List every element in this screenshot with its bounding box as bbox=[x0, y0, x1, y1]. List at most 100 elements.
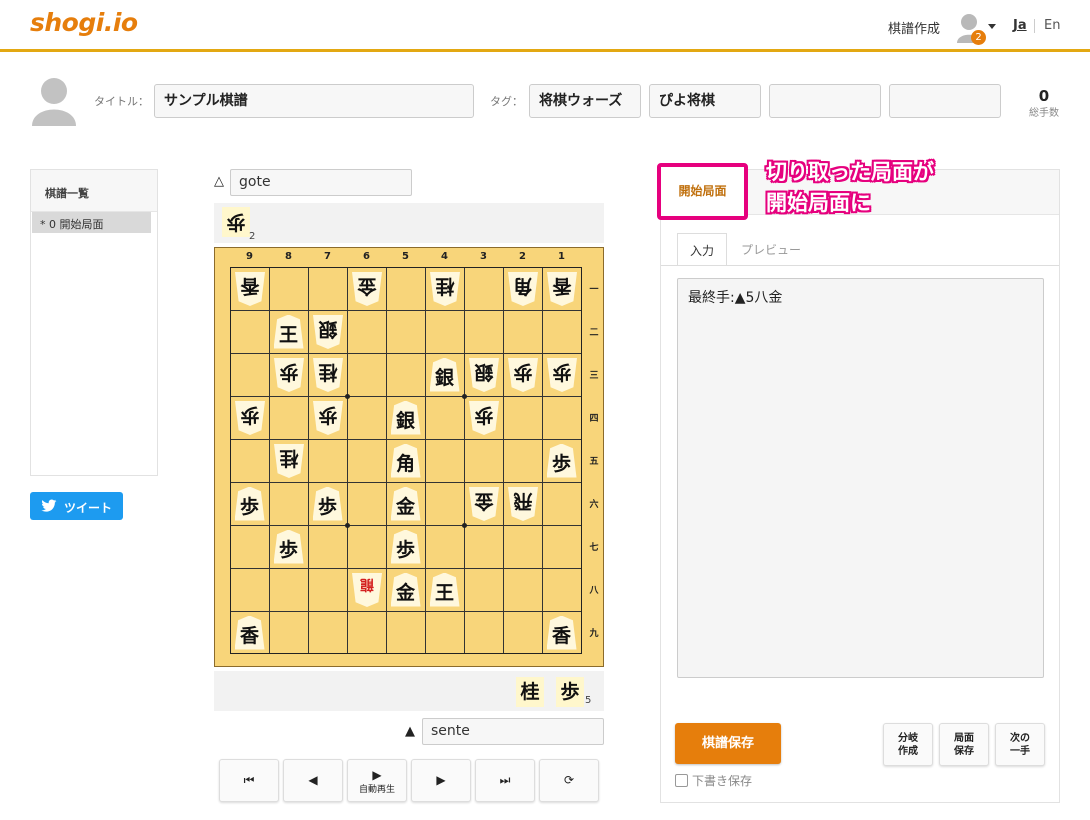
kifu-list-item[interactable]: * 0 開始局面 bbox=[32, 212, 151, 233]
prev-move-button[interactable]: ◀ bbox=[283, 759, 343, 802]
board-piece[interactable]: 銀 bbox=[308, 310, 347, 353]
refresh-icon: ⟳ bbox=[563, 773, 575, 787]
piece-glyph: 飛 bbox=[508, 487, 538, 521]
board-piece[interactable]: 桂 bbox=[425, 267, 464, 310]
board-piece[interactable]: 歩 bbox=[230, 482, 269, 525]
board-piece[interactable]: 角 bbox=[386, 439, 425, 482]
file-label: 2 bbox=[519, 251, 526, 262]
save-position-button[interactable]: 局面 保存 bbox=[939, 723, 989, 766]
sente-hand-piece[interactable]: 桂 bbox=[516, 677, 544, 707]
board-piece[interactable]: 銀 bbox=[464, 353, 503, 396]
piece-glyph: 歩 bbox=[390, 529, 421, 564]
gote-hand: 歩 2 bbox=[214, 203, 604, 243]
board-piece[interactable]: 金 bbox=[347, 267, 386, 310]
file-label: 4 bbox=[441, 251, 448, 262]
board-piece[interactable]: 歩 bbox=[503, 353, 542, 396]
tag-input-3[interactable] bbox=[769, 84, 881, 118]
board-piece[interactable]: 歩 bbox=[230, 396, 269, 439]
piece-glyph: 桂 bbox=[313, 358, 343, 392]
user-menu-caret-icon[interactable] bbox=[988, 24, 996, 29]
title-input[interactable]: サンプル棋譜 bbox=[154, 84, 474, 118]
last-move-button[interactable]: ⏭ bbox=[475, 759, 535, 802]
board-piece[interactable]: 桂 bbox=[308, 353, 347, 396]
tag-input-1[interactable]: 将棋ウォーズ bbox=[529, 84, 641, 118]
flip-board-button[interactable]: ⟳ bbox=[539, 759, 599, 802]
annotation-line: 開始局面に bbox=[766, 191, 871, 215]
lang-ja-link[interactable]: Ja bbox=[1013, 18, 1027, 33]
create-branch-button[interactable]: 分岐 作成 bbox=[883, 723, 933, 766]
board-piece[interactable]: 歩 bbox=[269, 353, 308, 396]
board-piece[interactable]: 歩 bbox=[542, 439, 581, 482]
shogi-board[interactable]: 987654321一二三四五六七八九香金桂角香王銀歩桂銀銀歩歩歩歩銀歩桂角歩歩歩… bbox=[214, 247, 604, 667]
board-piece[interactable]: 歩 bbox=[308, 396, 347, 439]
board-piece[interactable]: 金 bbox=[386, 482, 425, 525]
sente-name-input[interactable]: sente bbox=[422, 718, 604, 745]
board-piece[interactable]: 歩 bbox=[308, 482, 347, 525]
next-icon: ▶ bbox=[436, 773, 446, 787]
tag-input-2[interactable]: ぴよ将棋 bbox=[649, 84, 761, 118]
sente-hand: 桂 歩 5 bbox=[214, 671, 604, 711]
piece-glyph: 角 bbox=[508, 272, 538, 306]
piece-glyph: 桂 bbox=[274, 444, 304, 478]
board-piece[interactable]: 王 bbox=[425, 568, 464, 611]
next-move-suggest-button[interactable]: 次の 一手 bbox=[995, 723, 1045, 766]
board-piece[interactable]: 香 bbox=[542, 611, 581, 654]
sente-hand-piece[interactable]: 歩 bbox=[556, 677, 584, 707]
rank-label: 五 bbox=[589, 457, 599, 467]
button-label: 局面 bbox=[954, 733, 974, 744]
tweet-button[interactable]: ツイート bbox=[30, 492, 123, 520]
lang-en-link[interactable]: En bbox=[1044, 18, 1060, 33]
board-piece[interactable]: 金 bbox=[464, 482, 503, 525]
gote-hand-piece[interactable]: 歩 bbox=[222, 207, 250, 237]
board-piece[interactable]: 銀 bbox=[425, 353, 464, 396]
start-position-button[interactable]: 開始局面 bbox=[657, 163, 748, 220]
autoplay-button[interactable]: ▶ 自動再生 bbox=[347, 759, 407, 802]
piece-glyph: 王 bbox=[273, 314, 304, 349]
board-piece[interactable]: 香 bbox=[230, 611, 269, 654]
tag-input-4[interactable] bbox=[889, 84, 1001, 118]
board-piece[interactable]: 香 bbox=[542, 267, 581, 310]
comment-panel: 入力 プレビュー 最終手:▲5八金 bbox=[660, 169, 1060, 803]
piece-glyph: 歩 bbox=[469, 401, 499, 435]
board-piece[interactable]: 銀 bbox=[386, 396, 425, 439]
total-moves-label: 総手数 bbox=[1029, 108, 1059, 119]
tab-preview[interactable]: プレビュー bbox=[729, 233, 819, 266]
first-move-button[interactable]: ⏮ bbox=[219, 759, 279, 802]
board-piece[interactable]: 歩 bbox=[386, 525, 425, 568]
next-move-button[interactable]: ▶ bbox=[411, 759, 471, 802]
play-icon: ▶ bbox=[372, 768, 382, 782]
piece-glyph: 銀 bbox=[390, 400, 421, 435]
grid-line bbox=[503, 268, 504, 653]
rank-label: 四 bbox=[589, 414, 599, 424]
rank-label: 六 bbox=[589, 500, 599, 510]
board-piece[interactable]: 角 bbox=[503, 267, 542, 310]
draft-save-option[interactable]: 下書き保存 bbox=[675, 772, 752, 789]
piece-glyph: 歩 bbox=[235, 401, 265, 435]
board-piece[interactable]: 歩 bbox=[464, 396, 503, 439]
board-piece[interactable]: 龍 bbox=[347, 568, 386, 611]
piece-glyph: 香 bbox=[547, 272, 577, 306]
board-piece[interactable]: 香 bbox=[230, 267, 269, 310]
twitter-bird-icon bbox=[41, 499, 57, 512]
comment-textarea[interactable]: 最終手:▲5八金 bbox=[677, 278, 1044, 678]
gote-name-input[interactable]: gote bbox=[230, 169, 412, 196]
rank-label: 八 bbox=[589, 586, 599, 596]
site-logo[interactable]: shogi.io bbox=[30, 8, 138, 37]
board-piece[interactable]: 飛 bbox=[503, 482, 542, 525]
board-piece[interactable]: 歩 bbox=[269, 525, 308, 568]
draft-save-checkbox[interactable] bbox=[675, 774, 688, 787]
save-kifu-button[interactable]: 棋譜保存 bbox=[675, 723, 781, 764]
draft-save-label: 下書き保存 bbox=[692, 774, 753, 788]
board-piece[interactable]: 金 bbox=[386, 568, 425, 611]
piece-glyph: 角 bbox=[390, 443, 421, 478]
piece-glyph: 金 bbox=[390, 572, 421, 607]
file-label: 1 bbox=[558, 251, 565, 262]
button-label: 保存 bbox=[954, 746, 974, 757]
board-piece[interactable]: 王 bbox=[269, 310, 308, 353]
tab-input[interactable]: 入力 bbox=[677, 233, 727, 266]
create-kifu-link[interactable]: 棋譜作成 bbox=[888, 18, 940, 37]
piece-glyph: 歩 bbox=[273, 529, 304, 564]
user-avatar[interactable]: 2 bbox=[956, 11, 986, 45]
board-piece[interactable]: 桂 bbox=[269, 439, 308, 482]
board-piece[interactable]: 歩 bbox=[542, 353, 581, 396]
